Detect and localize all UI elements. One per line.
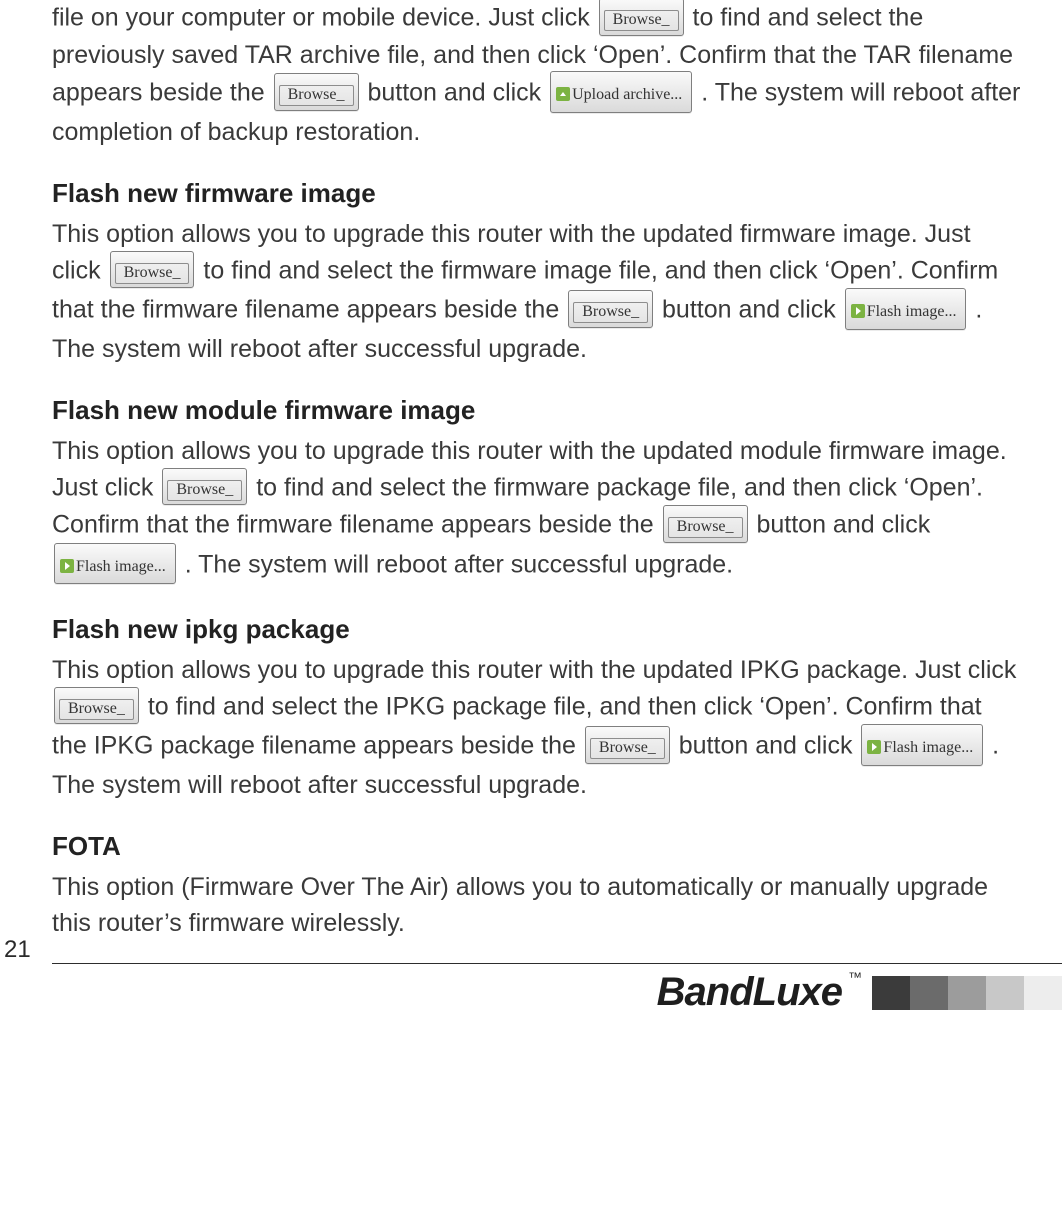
brand-logo-text: BandLuxe [657, 970, 842, 1015]
fade-block [910, 976, 948, 1010]
page-number: 21 [0, 936, 44, 964]
document-page: file on your computer or mobile device. … [0, 0, 1062, 1045]
button-label: Browse_ [279, 85, 354, 106]
text: button and click [679, 731, 860, 759]
text: button and click [367, 78, 548, 106]
text: button and click [662, 295, 843, 323]
flash-icon [867, 740, 881, 754]
button-label: Flash image... [883, 739, 977, 758]
button-label: Flash image... [76, 558, 170, 577]
paragraph-flash-ipkg: This option allows you to upgrade this r… [52, 653, 1022, 803]
button-label: Flash image... [867, 303, 961, 322]
text: . The system will reboot after successfu… [185, 550, 733, 578]
heading-fota: FOTA [52, 831, 1022, 862]
button-label: Browse_ [59, 699, 134, 720]
button-label: Browse_ [590, 738, 665, 759]
heading-flash-firmware: Flash new firmware image [52, 178, 1022, 209]
trademark-symbol: ™ [848, 969, 862, 985]
browse-button[interactable]: Browse_ [274, 73, 359, 111]
heading-flash-module-firmware: Flash new module firmware image [52, 395, 1022, 426]
flash-image-button[interactable]: Flash image... [845, 288, 967, 330]
browse-button[interactable]: Browse_ [110, 251, 195, 289]
button-label: Browse_ [167, 480, 242, 501]
button-label: Browse_ [115, 263, 190, 284]
paragraph-flash-module-firmware: This option allows you to upgrade this r… [52, 434, 1022, 586]
intro-paragraph: file on your computer or mobile device. … [52, 0, 1022, 150]
browse-button[interactable]: Browse_ [663, 505, 748, 543]
brand-area: BandLuxe ™ [657, 970, 1062, 1015]
button-label: Browse_ [604, 10, 679, 31]
flash-image-button[interactable]: Flash image... [861, 724, 983, 766]
upload-icon [556, 87, 570, 101]
browse-button[interactable]: Browse_ [599, 0, 684, 36]
page-footer: 21 BandLuxe ™ [52, 963, 1062, 1015]
upload-archive-button[interactable]: Upload archive... [550, 71, 692, 113]
text: button and click [756, 510, 930, 538]
browse-button[interactable]: Browse_ [568, 290, 653, 328]
flash-image-button[interactable]: Flash image... [54, 543, 176, 585]
flash-icon [60, 559, 74, 573]
button-label: Browse_ [573, 302, 648, 323]
fade-block [948, 976, 986, 1010]
fade-block [986, 976, 1024, 1010]
text: This option (Firmware Over The Air) allo… [52, 873, 988, 937]
paragraph-fota: This option (Firmware Over The Air) allo… [52, 870, 1022, 941]
browse-button[interactable]: Browse_ [54, 687, 139, 725]
flash-icon [851, 304, 865, 318]
button-label: Upload archive... [572, 86, 686, 105]
heading-flash-ipkg: Flash new ipkg package [52, 614, 1022, 645]
browse-button[interactable]: Browse_ [162, 468, 247, 506]
text: file on your computer or mobile device. … [52, 3, 597, 31]
decorative-fade-icon [872, 976, 1062, 1010]
text: This option allows you to upgrade this r… [52, 656, 1016, 684]
paragraph-flash-firmware: This option allows you to upgrade this r… [52, 217, 1022, 367]
browse-button[interactable]: Browse_ [585, 726, 670, 764]
fade-block [1024, 976, 1062, 1010]
fade-block [872, 976, 910, 1010]
button-label: Browse_ [668, 517, 743, 538]
